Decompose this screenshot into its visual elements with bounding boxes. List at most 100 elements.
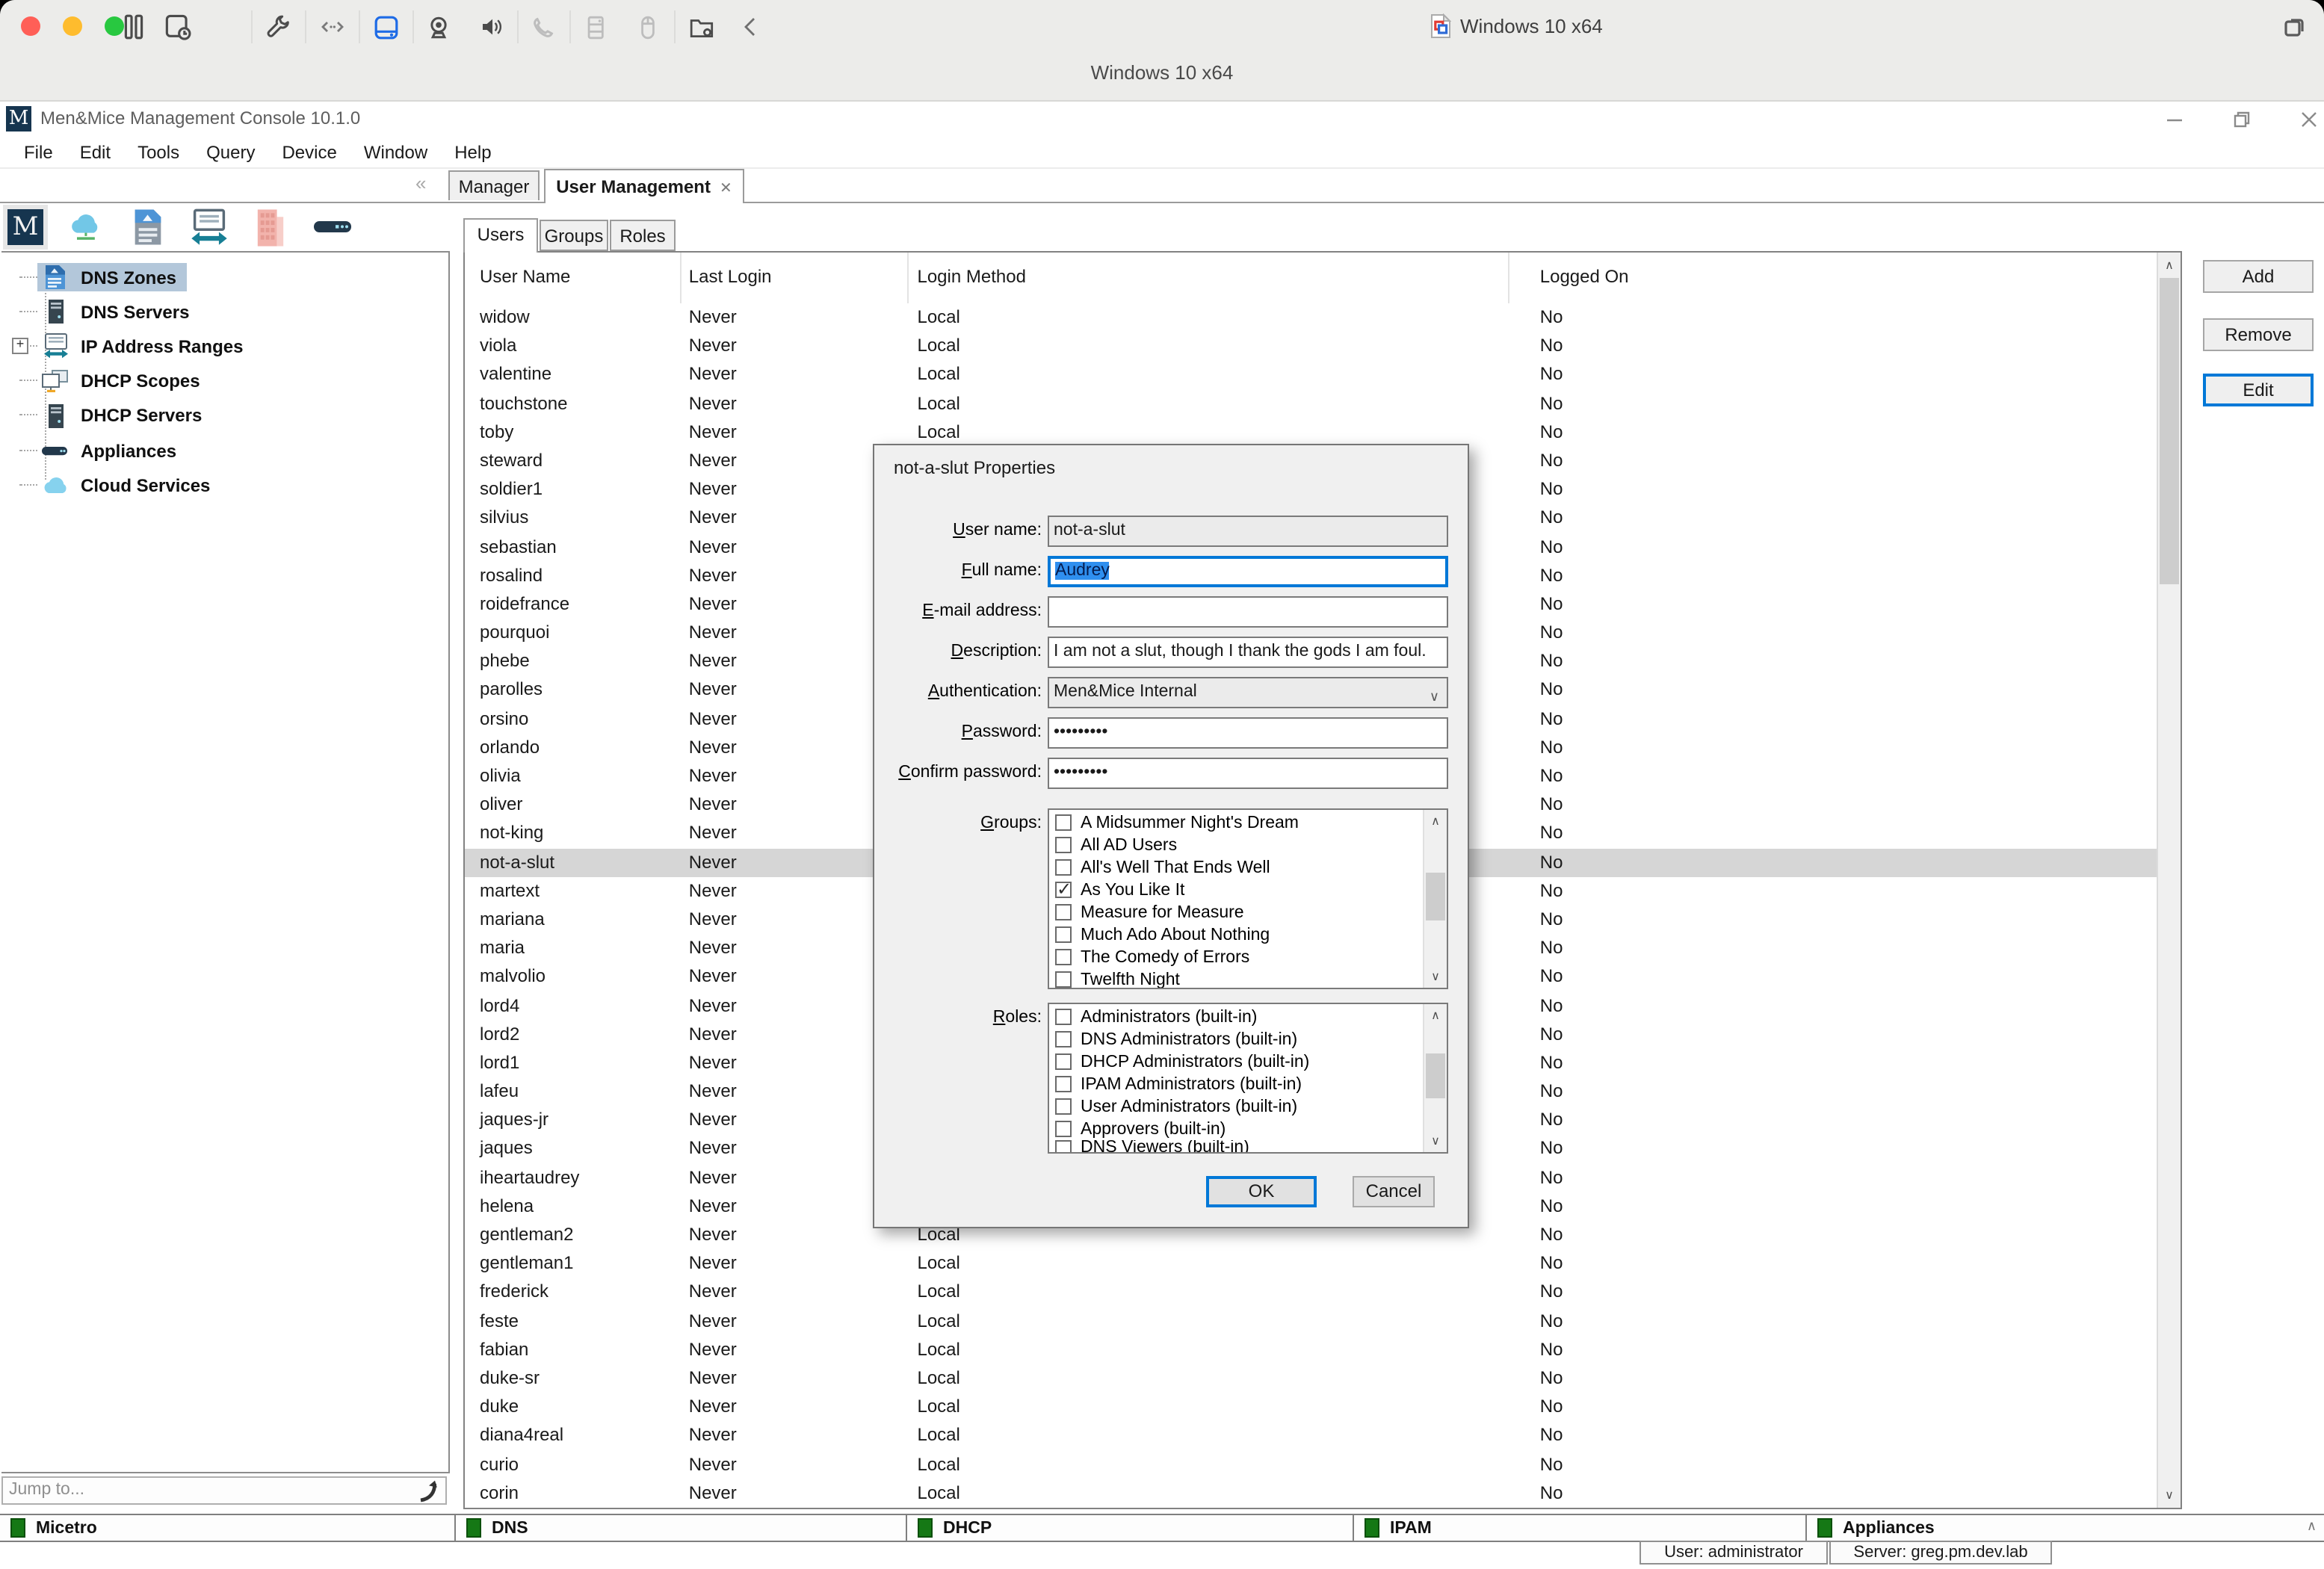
menu-device[interactable]: Device — [268, 137, 350, 167]
group-item-much-ado-about-nothing[interactable]: Much Ado About Nothing — [1049, 923, 1447, 946]
table-row-duke[interactable]: dukeNeverLocalNo — [465, 1393, 2157, 1421]
checkbox[interactable] — [1055, 859, 1072, 876]
group-item-twelfth-night[interactable]: Twelfth Night — [1049, 968, 1447, 989]
sidebar-item-appliances[interactable]: Appliances — [1, 433, 448, 468]
subtab-users[interactable]: Users — [463, 218, 538, 253]
subtab-groups[interactable]: Groups — [540, 220, 608, 251]
checkbox[interactable] — [1055, 926, 1072, 943]
description-input[interactable]: I am not a slut, though I thank the gods… — [1048, 637, 1448, 668]
tab-manager[interactable]: Manager — [448, 170, 540, 200]
table-row-duke-sr[interactable]: duke-srNeverLocalNo — [465, 1364, 2157, 1393]
menu-edit[interactable]: Edit — [67, 137, 124, 167]
sound-icon[interactable] — [472, 10, 508, 43]
checkbox-checked[interactable] — [1055, 882, 1072, 898]
phone-icon[interactable] — [525, 10, 560, 43]
role-item-administrators-built-in[interactable]: Administrators (built-in) — [1049, 1006, 1447, 1028]
mouse-icon[interactable] — [629, 10, 665, 43]
devices-icon[interactable] — [577, 10, 613, 43]
full-name-input[interactable]: Audrey — [1048, 556, 1448, 587]
table-row-frederick[interactable]: frederickNeverLocalNo — [465, 1278, 2157, 1307]
roles-scroll-down-icon[interactable]: ∨ — [1424, 1130, 1447, 1152]
menu-window[interactable]: Window — [350, 137, 441, 167]
wrench-icon[interactable] — [260, 10, 296, 43]
fullscreen-icon[interactable] — [2278, 10, 2314, 43]
table-row-gentleman1[interactable]: gentleman1NeverLocalNo — [465, 1249, 2157, 1278]
cloud-toolbar-icon[interactable] — [64, 205, 109, 250]
jump-to-input[interactable]: Jump to... — [1, 1476, 447, 1505]
table-row-widow[interactable]: widowNeverLocalNo — [465, 303, 2157, 332]
table-scrollbar[interactable]: ∧ ∨ — [2157, 253, 2181, 1508]
sidebar-item-dns-servers[interactable]: DNS Servers — [1, 294, 448, 329]
column-header-login-method[interactable]: Login Method — [908, 253, 1509, 303]
sidebar-item-cloud-services[interactable]: Cloud Services — [1, 468, 448, 502]
snapshots-icon[interactable] — [160, 10, 196, 43]
sidebar-item-dhcp-servers[interactable]: DHCP Servers — [1, 399, 448, 433]
table-row-fabian[interactable]: fabianNeverLocalNo — [465, 1336, 2157, 1364]
checkbox[interactable] — [1055, 814, 1072, 831]
menu-file[interactable]: File — [10, 137, 67, 167]
checkbox[interactable] — [1055, 1098, 1072, 1115]
micetro-m-icon[interactable]: M — [3, 205, 48, 250]
role-item-approvers-built-in[interactable]: Approvers (built-in) — [1049, 1118, 1447, 1140]
tab-user-management[interactable]: User Management✕ — [544, 169, 744, 203]
confirm-password-input[interactable]: ••••••••• — [1048, 758, 1448, 789]
role-item-user-administrators-built-in[interactable]: User Administrators (built-in) — [1049, 1095, 1447, 1118]
column-header-user-name[interactable]: User Name — [465, 253, 682, 303]
table-row-curio[interactable]: curioNeverLocalNo — [465, 1450, 2157, 1479]
table-row-valentine[interactable]: valentineNeverLocalNo — [465, 361, 2157, 389]
collapse-icon[interactable] — [731, 10, 767, 43]
checkbox[interactable] — [1055, 837, 1072, 853]
groups-scroll-up-icon[interactable]: ∧ — [1424, 810, 1447, 832]
table-row-viola[interactable]: violaNeverLocalNo — [465, 332, 2157, 360]
sidebar-item-dhcp-scopes[interactable]: DHCP Scopes — [1, 364, 448, 398]
role-item-ipam-administrators-built-in[interactable]: IPAM Administrators (built-in) — [1049, 1073, 1447, 1095]
group-item-as-you-like-it[interactable]: As You Like It — [1049, 879, 1447, 901]
table-row-feste[interactable]: festeNeverLocalNo — [465, 1307, 2157, 1335]
scroll-down-icon[interactable]: ∨ — [2158, 1484, 2181, 1506]
table-row-diana4real[interactable]: diana4realNeverLocalNo — [465, 1422, 2157, 1450]
checkbox[interactable] — [1055, 904, 1072, 920]
group-item-all-s-well-that-ends-well[interactable]: All's Well That Ends Well — [1049, 856, 1447, 879]
role-item-dhcp-administrators-built-in[interactable]: DHCP Administrators (built-in) — [1049, 1050, 1447, 1073]
harddisk-icon[interactable] — [368, 10, 404, 43]
column-header-last-login[interactable]: Last Login — [682, 253, 909, 303]
subtab-roles[interactable]: Roles — [610, 220, 676, 251]
menu-help[interactable]: Help — [441, 137, 504, 167]
checkbox[interactable] — [1055, 1121, 1072, 1137]
group-item-a-midsummer-night-s-dream[interactable]: A Midsummer Night's Dream — [1049, 811, 1447, 834]
edit-button[interactable]: Edit — [2203, 374, 2314, 406]
statusbar-collapse-icon[interactable]: ∧ — [2307, 1518, 2317, 1535]
close-icon[interactable] — [2287, 108, 2324, 131]
password-input[interactable]: ••••••••• — [1048, 717, 1448, 749]
dns-zones-toolbar-icon[interactable] — [126, 205, 170, 250]
sidebar-item-ip-address-ranges[interactable]: +IP Address Ranges — [1, 329, 448, 364]
role-item-dns-administrators-built-in[interactable]: DNS Administrators (built-in) — [1049, 1028, 1447, 1050]
groups-scroll-thumb[interactable] — [1426, 873, 1445, 920]
authentication-input[interactable]: Men&Mice Internal∨ — [1048, 677, 1448, 708]
groups-scroll-down-icon[interactable]: ∨ — [1424, 965, 1447, 988]
table-row-touchstone[interactable]: touchstoneNeverLocalNo — [465, 389, 2157, 418]
group-item-the-comedy-of-errors[interactable]: The Comedy of Errors — [1049, 946, 1447, 968]
checkbox[interactable] — [1055, 1140, 1072, 1154]
checkbox[interactable] — [1055, 971, 1072, 988]
table-row-toby[interactable]: tobyNeverLocalNo — [465, 418, 2157, 447]
groups-scrollbar[interactable]: ∧ ∨ — [1423, 810, 1447, 988]
column-header-logged-on[interactable]: Logged On — [1510, 253, 2157, 303]
building-toolbar-icon[interactable] — [248, 205, 293, 250]
restore-icon[interactable] — [2219, 108, 2264, 131]
expand-icon[interactable]: + — [12, 338, 28, 355]
user-name-input[interactable]: not-a-slut — [1048, 516, 1448, 547]
roles-scroll-thumb[interactable] — [1426, 1053, 1445, 1098]
code-icon[interactable] — [314, 10, 350, 43]
menu-query[interactable]: Query — [193, 137, 268, 167]
ip-ranges-toolbar-icon[interactable] — [187, 205, 232, 250]
cancel-button[interactable]: Cancel — [1353, 1176, 1435, 1207]
checkbox[interactable] — [1055, 1031, 1072, 1047]
menu-tools[interactable]: Tools — [124, 137, 193, 167]
appliance-toolbar-icon[interactable] — [309, 205, 354, 250]
group-item-all-ad-users[interactable]: All AD Users — [1049, 834, 1447, 856]
sidebar-item-dns-zones[interactable]: DNS Zones — [1, 260, 448, 294]
checkbox[interactable] — [1055, 1009, 1072, 1025]
jump-arrow-icon[interactable] — [418, 1479, 441, 1503]
tabs-scroll-left-icon[interactable]: « — [415, 172, 421, 194]
